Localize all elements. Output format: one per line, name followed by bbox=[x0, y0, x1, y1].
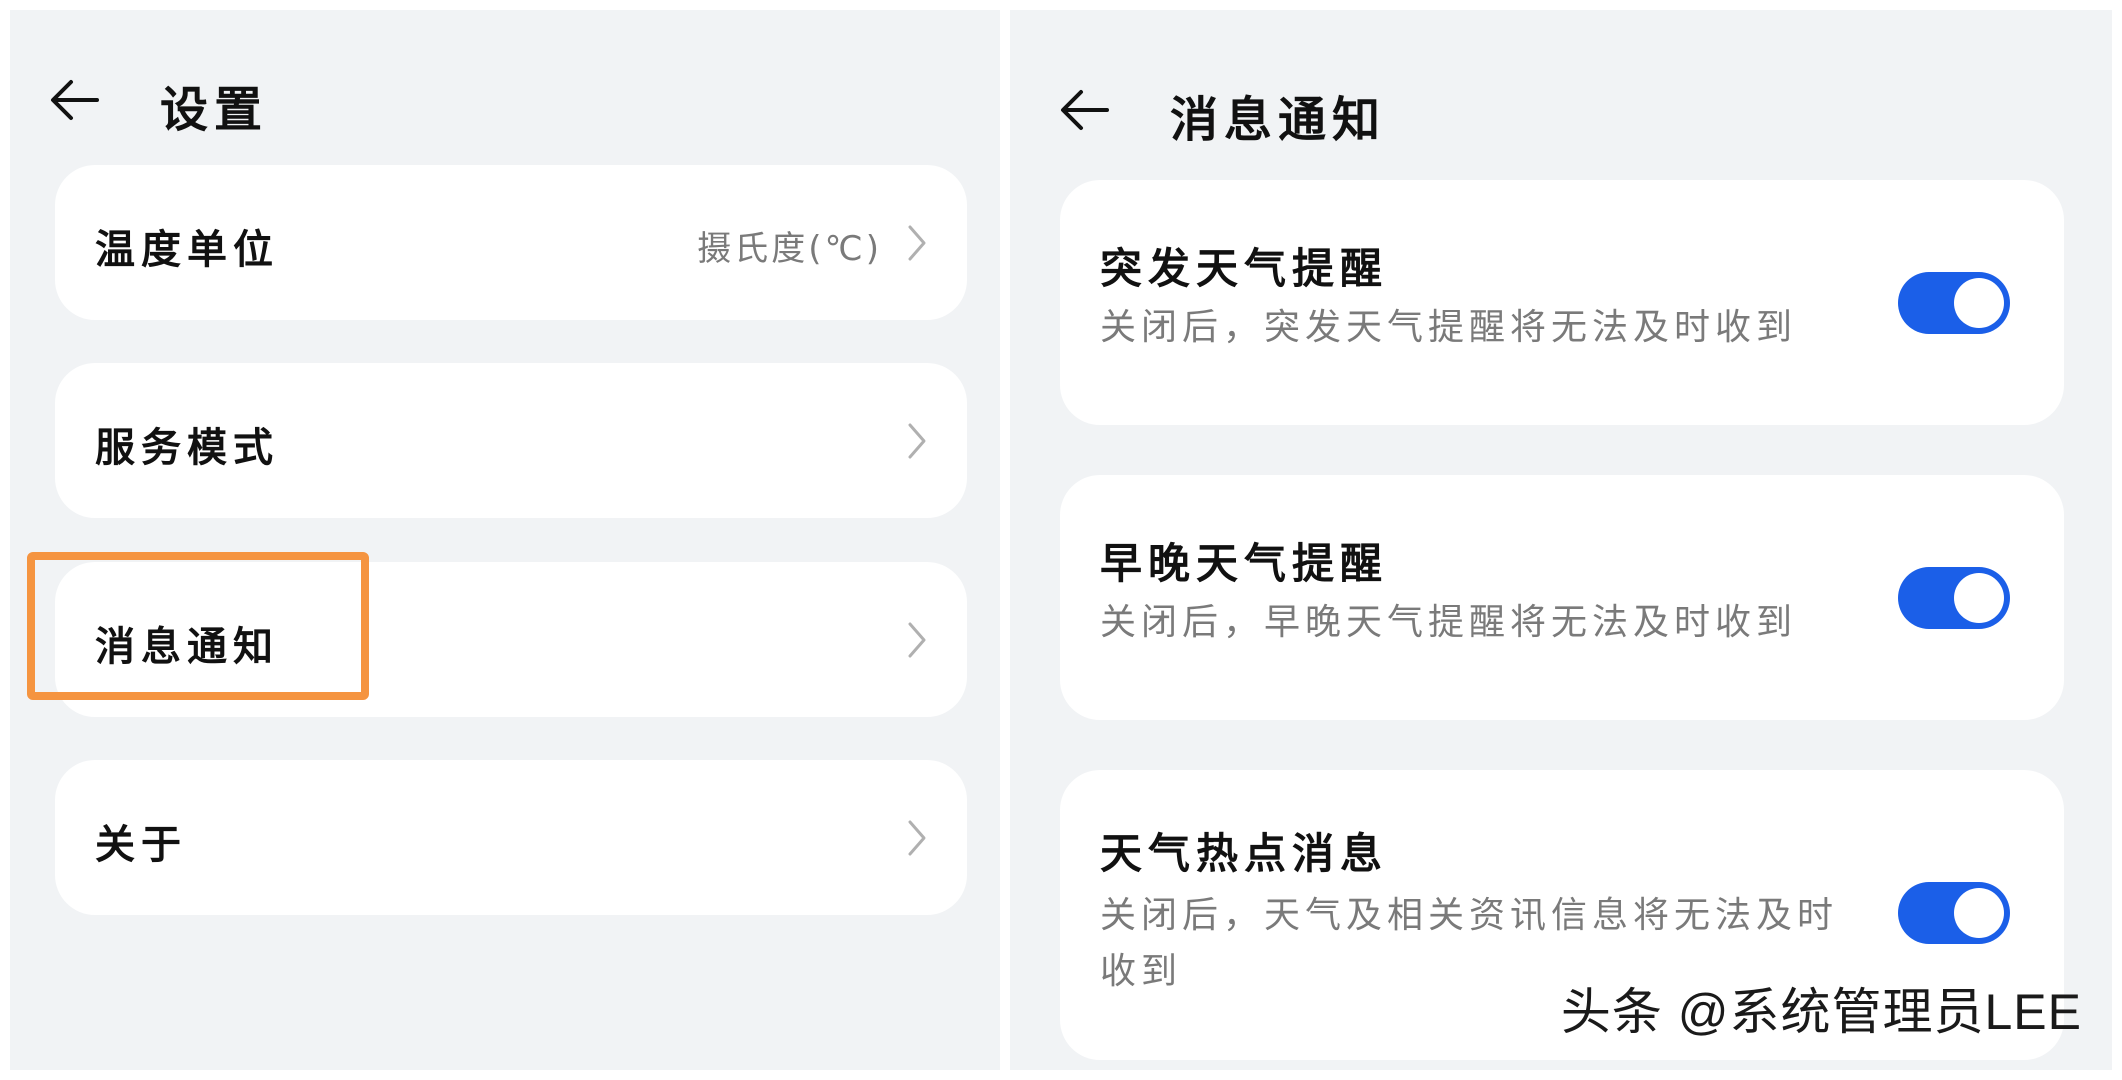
notification-setting-title: 天气热点消息 bbox=[1100, 829, 1389, 878]
back-arrow-icon[interactable] bbox=[1050, 75, 1120, 145]
page-title: 消息通知 bbox=[1170, 92, 1387, 148]
toggle-knob bbox=[1954, 888, 2004, 938]
notification-setting-card: 突发天气提醒 关闭后，突发天气提醒将无法及时收到 bbox=[1060, 180, 2064, 425]
chevron-right-icon bbox=[902, 816, 932, 860]
settings-item-label: 消息通知 bbox=[95, 624, 279, 670]
settings-item-label: 关于 bbox=[95, 822, 187, 868]
settings-screen: 设置 温度单位 摄氏度(℃) 服务模式 消息通知 关于 bbox=[10, 10, 1000, 1070]
watermark-text: 头条 @系统管理员LEE bbox=[1560, 984, 2082, 1040]
notification-setting-description: 关闭后，早晚天气提醒将无法及时收到 bbox=[1100, 602, 1798, 643]
notification-toggle-switch[interactable] bbox=[1898, 882, 2010, 944]
notifications-header: 消息通知 bbox=[1010, 65, 2112, 155]
notification-setting-title: 突发天气提醒 bbox=[1100, 244, 1389, 293]
settings-item-about[interactable]: 关于 bbox=[55, 760, 967, 915]
notification-toggle-switch[interactable] bbox=[1898, 567, 2010, 629]
settings-item-notifications[interactable]: 消息通知 bbox=[55, 562, 967, 717]
chevron-right-icon bbox=[902, 618, 932, 662]
settings-item-label: 服务模式 bbox=[95, 425, 279, 471]
notification-setting-description: 关闭后，突发天气提醒将无法及时收到 bbox=[1100, 307, 1798, 348]
notification-setting-card: 早晚天气提醒 关闭后，早晚天气提醒将无法及时收到 bbox=[1060, 475, 2064, 720]
settings-item-label: 温度单位 bbox=[95, 227, 279, 273]
page-title: 设置 bbox=[160, 82, 269, 138]
screenshot-canvas: 设置 温度单位 摄氏度(℃) 服务模式 消息通知 关于 消息通知 突发天气提醒 … bbox=[0, 0, 2122, 1080]
toggle-knob bbox=[1954, 573, 2004, 623]
back-arrow-icon[interactable] bbox=[40, 65, 110, 135]
notification-toggle-switch[interactable] bbox=[1898, 272, 2010, 334]
settings-header: 设置 bbox=[10, 60, 1000, 140]
chevron-right-icon bbox=[902, 419, 932, 463]
settings-item-service-mode[interactable]: 服务模式 bbox=[55, 363, 967, 518]
notifications-screen: 消息通知 突发天气提醒 关闭后，突发天气提醒将无法及时收到 早晚天气提醒 关闭后… bbox=[1010, 10, 2112, 1070]
notification-setting-title: 早晚天气提醒 bbox=[1100, 539, 1389, 588]
settings-item-value: 摄氏度(℃) bbox=[697, 229, 882, 269]
toggle-knob bbox=[1954, 278, 2004, 328]
settings-item-temperature-unit[interactable]: 温度单位 摄氏度(℃) bbox=[55, 165, 967, 320]
chevron-right-icon bbox=[902, 221, 932, 265]
